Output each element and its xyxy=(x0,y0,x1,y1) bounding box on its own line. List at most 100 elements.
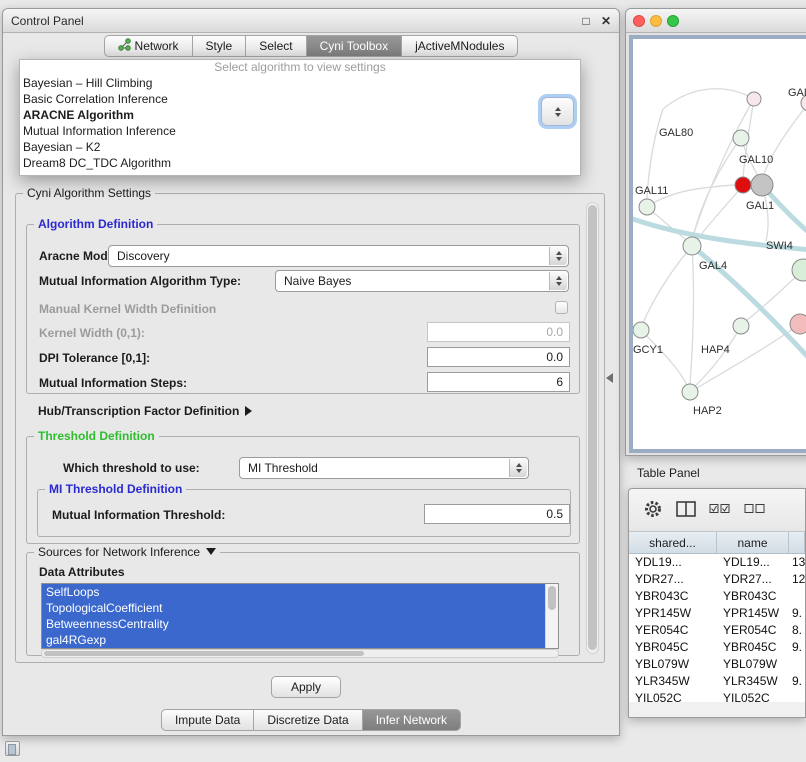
tab-style[interactable]: Style xyxy=(193,35,247,57)
hub-section-toggle[interactable]: Hub/Transcription Factor Definition xyxy=(38,404,252,418)
list-vertical-scrollbar[interactable] xyxy=(545,584,558,648)
algorithm-option[interactable]: Mutual Information Inference xyxy=(20,123,580,139)
tab-label: Impute Data xyxy=(175,713,240,727)
column-header-shared-name[interactable]: shared... xyxy=(629,532,717,554)
control-panel-window: Control Panel □ ✕ Network Style Select C… xyxy=(2,8,620,736)
combo-arrows-icon[interactable] xyxy=(549,272,567,290)
algorithm-combo-arrow-button[interactable] xyxy=(541,97,574,126)
combo-arrows-icon[interactable] xyxy=(549,247,567,265)
table-panel-title: Table Panel xyxy=(628,462,806,484)
data-attributes-list[interactable]: SelfLoops TopologicalCoefficient Between… xyxy=(41,583,559,649)
network-edge[interactable] xyxy=(695,326,741,386)
table-cell: YPR145W xyxy=(629,605,717,622)
tab-discretize-data[interactable]: Discretize Data xyxy=(254,709,362,731)
columns-icon[interactable] xyxy=(676,501,696,520)
network-edge[interactable] xyxy=(692,99,754,239)
kernel-width-field[interactable]: 0.0 xyxy=(427,322,570,342)
network-node[interactable] xyxy=(633,322,649,338)
network-node[interactable] xyxy=(639,199,655,215)
table-cell: YBL079W xyxy=(717,656,789,673)
algorithm-option-selected[interactable]: ARACNE Algorithm xyxy=(20,107,580,123)
dpi-tolerance-field[interactable]: 0.0 xyxy=(427,347,570,367)
algorithm-definition-group: Algorithm Definition Aracne Mode: Discov… xyxy=(26,224,580,394)
mi-type-select[interactable]: Naive Bayes xyxy=(275,270,569,292)
mi-steps-field[interactable]: 6 xyxy=(427,372,570,392)
which-threshold-select[interactable]: MI Threshold xyxy=(239,457,529,479)
zoom-traffic-light[interactable] xyxy=(667,15,679,27)
apply-button[interactable]: Apply xyxy=(271,676,341,698)
algorithm-option[interactable]: Basic Correlation Inference xyxy=(20,91,580,107)
column-header-extra[interactable] xyxy=(789,532,805,554)
network-edge[interactable] xyxy=(693,138,741,237)
algorithm-option[interactable]: Bayesian – K2 xyxy=(20,139,580,155)
aracne-mode-select[interactable]: Discovery xyxy=(108,245,569,267)
panel-collapse-arrow[interactable] xyxy=(606,373,613,383)
table-row[interactable]: YBR045CYBR045C9. xyxy=(629,639,805,656)
tab-impute-data[interactable]: Impute Data xyxy=(161,709,254,731)
network-tab-icon xyxy=(118,38,131,54)
table-row[interactable]: YBL079WYBL079W xyxy=(629,656,805,673)
network-node[interactable] xyxy=(683,237,701,255)
network-node[interactable] xyxy=(747,92,761,106)
tab-jactivemodules[interactable]: jActiveMNodules xyxy=(402,35,518,57)
network-node[interactable] xyxy=(682,384,698,400)
tab-label: Cyni Toolbox xyxy=(320,39,388,53)
table-row[interactable]: YPR145WYPR145W9. xyxy=(629,605,805,622)
settings-scrollbar[interactable] xyxy=(586,202,599,654)
network-edge[interactable] xyxy=(663,89,754,109)
tab-infer-network[interactable]: Infer Network xyxy=(363,709,461,731)
table-row[interactable]: YIL052CYIL052C xyxy=(629,690,805,702)
select-all-icon[interactable] xyxy=(709,503,731,518)
table-cell: YDL19... xyxy=(629,554,717,571)
list-item[interactable]: BetweennessCentrality xyxy=(42,616,545,632)
network-window-titlebar[interactable] xyxy=(626,9,806,33)
network-canvas[interactable]: GAL80GAL10GAL11GAL1SWI4GAL4GCY1HAP4HAP2G… xyxy=(629,35,806,453)
network-node-label: GAL4 xyxy=(699,260,727,272)
network-edge[interactable] xyxy=(643,246,692,323)
network-node[interactable] xyxy=(735,177,751,193)
column-header-name[interactable]: name xyxy=(717,532,789,554)
table-row[interactable]: YBR043CYBR043C xyxy=(629,588,805,605)
sources-toggle[interactable]: Sources for Network Inference xyxy=(34,545,220,560)
list-horizontal-scrollbar[interactable] xyxy=(41,649,559,658)
gear-icon[interactable] xyxy=(643,499,663,522)
tab-network[interactable]: Network xyxy=(104,35,193,57)
scrollbar-thumb[interactable] xyxy=(548,586,556,610)
network-node[interactable] xyxy=(733,318,749,334)
network-edge[interactable] xyxy=(698,185,743,239)
minimized-panel-icon[interactable] xyxy=(5,741,20,756)
deselect-all-icon[interactable] xyxy=(744,503,766,518)
float-window-button[interactable]: □ xyxy=(579,14,593,28)
table-cell: YBR043C xyxy=(629,588,717,605)
close-window-button[interactable]: ✕ xyxy=(599,14,613,28)
scrollbar-thumb[interactable] xyxy=(44,651,364,656)
list-item[interactable]: TopologicalCoefficient xyxy=(42,600,545,616)
close-traffic-light[interactable] xyxy=(633,15,645,27)
table-row[interactable]: YDL19...YDL19...13 xyxy=(629,554,805,571)
algorithm-dropdown-popup: Select algorithm to view settings Bayesi… xyxy=(19,59,581,176)
combo-arrows-icon[interactable] xyxy=(509,459,527,477)
list-item[interactable]: SelfLoops xyxy=(42,584,545,600)
table-row[interactable]: YER054CYER054C8. xyxy=(629,622,805,639)
control-panel-tabbar: Network Style Select Cyni Toolbox jActiv… xyxy=(3,35,619,57)
manual-kernel-checkbox[interactable] xyxy=(555,301,568,314)
tab-cyni-toolbox[interactable]: Cyni Toolbox xyxy=(307,35,402,57)
network-node[interactable] xyxy=(790,314,806,334)
table-row[interactable]: YLR345WYLR345W9. xyxy=(629,673,805,690)
mi-threshold-field[interactable]: 0.5 xyxy=(424,504,570,524)
network-edge[interactable] xyxy=(641,330,687,385)
network-edge[interactable] xyxy=(690,246,693,384)
scrollbar-thumb[interactable] xyxy=(588,205,597,650)
algorithm-option[interactable]: Dream8 DC_TDC Algorithm xyxy=(20,155,580,171)
table-row[interactable]: YDR27...YDR27...12 xyxy=(629,571,805,588)
group-title: Cyni Algorithm Settings xyxy=(23,186,155,201)
list-item[interactable]: gal4RGexp xyxy=(42,632,545,648)
mi-type-label: Mutual Information Algorithm Type: xyxy=(39,274,241,288)
tab-select[interactable]: Select xyxy=(246,35,306,57)
control-panel-titlebar[interactable]: Control Panel □ ✕ xyxy=(3,9,619,33)
minimize-traffic-light[interactable] xyxy=(650,15,662,27)
algorithm-option[interactable]: Bayesian – Hill Climbing xyxy=(20,75,580,91)
network-node[interactable] xyxy=(751,174,773,196)
mi-steps-label: Mutual Information Steps: xyxy=(39,376,187,390)
network-node[interactable] xyxy=(733,130,749,146)
